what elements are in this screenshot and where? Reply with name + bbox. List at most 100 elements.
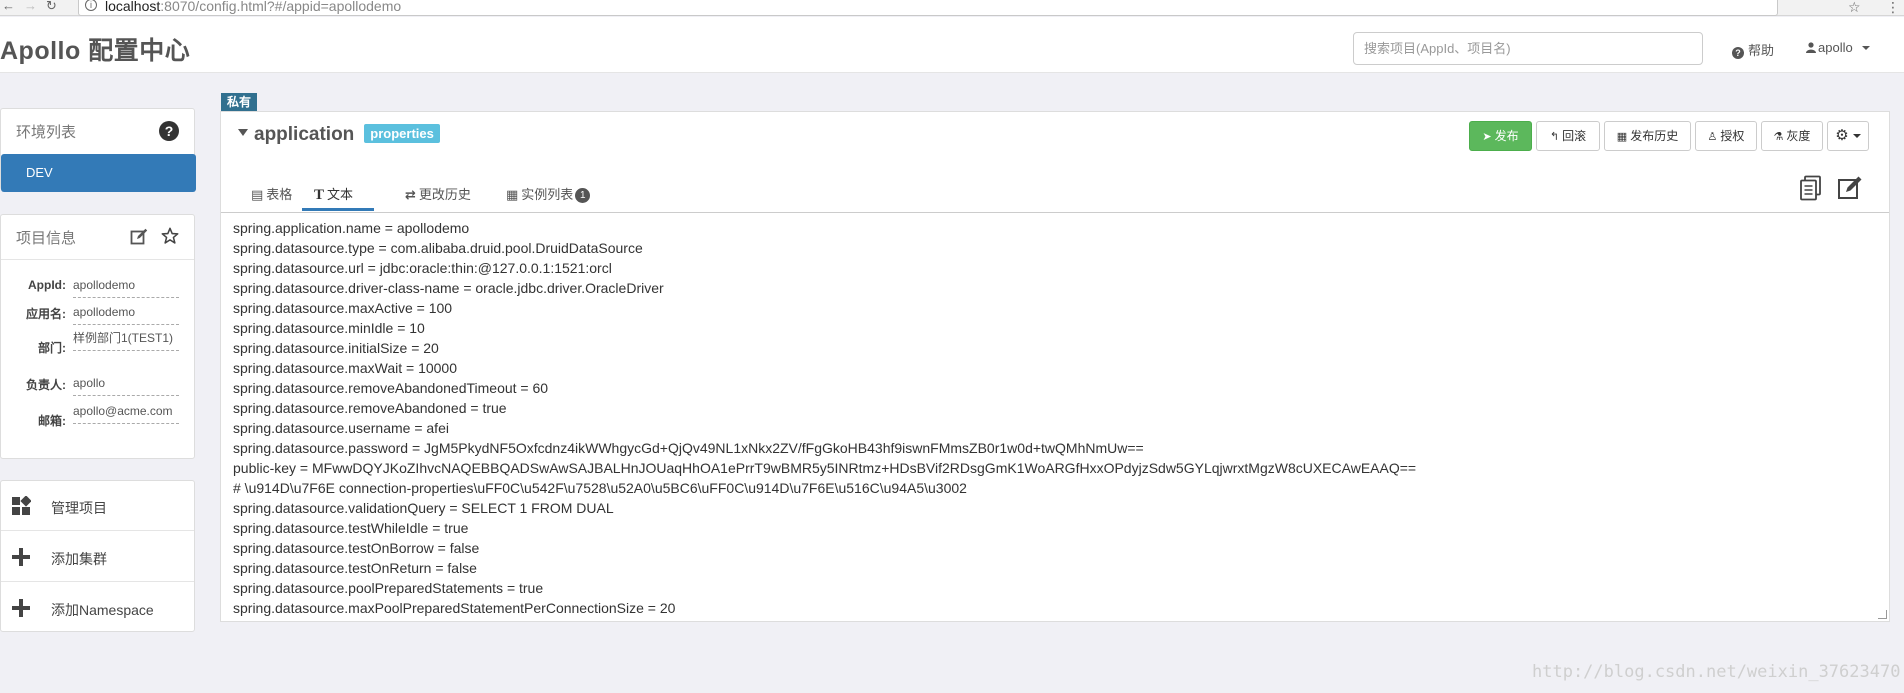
config-line: spring.datasource.password = JgM5PkydNF5…: [233, 440, 1144, 456]
star-icon[interactable]: [161, 227, 179, 245]
settings-dropdown-button[interactable]: ⚙: [1827, 121, 1869, 151]
edit-icon[interactable]: [130, 228, 148, 246]
config-text[interactable]: spring.application.name = apollodemo spri…: [233, 218, 1416, 621]
manage-project-label: 管理项目: [51, 500, 107, 516]
caret-down-icon: [1862, 46, 1871, 50]
help-link[interactable]: ? 帮助: [1732, 40, 1774, 59]
config-line: spring.datasource.url = jdbc:oracle:thin…: [233, 260, 612, 276]
info-icon[interactable]: i: [85, 0, 97, 11]
rollback-label: 回滚: [1562, 129, 1587, 143]
release-history-button[interactable]: ▦ 发布历史: [1604, 121, 1691, 151]
project-actions-panel: 管理项目 添加集群 添加Namespace: [0, 480, 195, 632]
back-icon[interactable]: ←: [2, 0, 15, 12]
user-menu[interactable]: apollo: [1806, 40, 1871, 55]
namespace-header[interactable]: application properties: [238, 124, 440, 146]
add-namespace-label: 添加Namespace: [51, 602, 154, 618]
forward-icon[interactable]: →: [24, 0, 37, 12]
exchange-icon: ⇄: [405, 187, 416, 202]
env-list-panel: 环境列表 ? DEV: [0, 108, 196, 192]
info-value: apollodemo: [73, 277, 179, 298]
config-line: spring.datasource.testOnReturn = false: [233, 560, 477, 576]
private-badge: 私有: [221, 93, 258, 111]
tab-label: 实例列表: [521, 187, 574, 202]
project-info-title: 项目信息: [16, 230, 77, 247]
info-value: apollo@acme.com: [73, 403, 179, 424]
config-line: spring.datasource.testWhileIdle = true: [233, 520, 469, 536]
reload-icon[interactable]: ↻: [46, 0, 57, 12]
edit-icon[interactable]: [1837, 175, 1863, 201]
search-input[interactable]: [1353, 32, 1703, 65]
env-item-dev[interactable]: DEV: [1, 154, 196, 192]
tab-instance-list[interactable]: ▦ 实例列表 1: [506, 185, 591, 211]
config-line: spring.datasource.maxPoolPreparedStateme…: [233, 600, 676, 616]
add-cluster-button[interactable]: 添加集群: [1, 532, 194, 582]
publish-button[interactable]: ➤ 发布: [1469, 121, 1532, 151]
namespace-format-badge: properties: [364, 124, 440, 143]
brand-title[interactable]: Apollo 配置中心: [0, 31, 190, 67]
url-host: localhost: [105, 0, 161, 14]
resize-handle[interactable]: [1878, 610, 1887, 619]
tab-change-history[interactable]: ⇄ 更改历史: [405, 185, 471, 211]
tab-label: 表格: [266, 187, 293, 202]
text-icon: T: [314, 187, 325, 203]
grant-button[interactable]: ♙ 授权: [1695, 121, 1757, 151]
info-value: apollodemo: [73, 304, 179, 325]
app-header: Apollo 配置中心 ? 帮助 apollo: [0, 17, 1904, 73]
info-key: AppId:: [28, 278, 66, 292]
send-icon: ➤: [1482, 131, 1492, 143]
caret-down-icon[interactable]: [238, 129, 248, 136]
question-circle-icon: ?: [1732, 47, 1744, 59]
watermark: http://blog.csdn.net/weixin_37623470: [1532, 662, 1901, 682]
env-list-title: 环境列表: [16, 124, 77, 141]
config-line: spring.datasource.type = com.alibaba.dru…: [233, 240, 643, 256]
config-line: spring.datasource.validationQuery = SELE…: [233, 500, 614, 516]
bookmark-star-icon[interactable]: ☆: [1848, 0, 1861, 16]
tab-table[interactable]: ▤ 表格: [251, 185, 292, 211]
add-cluster-label: 添加集群: [51, 551, 107, 567]
gray-release-label: 灰度: [1786, 129, 1811, 143]
tab-text[interactable]: T 文本: [302, 185, 374, 211]
address-bar[interactable]: i localhost:8070/config.html?#/appid=apo…: [78, 0, 1778, 16]
config-line: spring.datasource.removeAbandonedTimeout…: [233, 380, 549, 396]
url-path: :8070/config.html?#/appid=apollodemo: [160, 0, 402, 14]
namespace-name: application: [254, 124, 355, 145]
question-circle-icon[interactable]: ?: [159, 121, 179, 141]
config-line: spring.datasource.maxWait = 10000: [233, 360, 457, 376]
plus-icon: [12, 548, 30, 566]
rollback-button[interactable]: ↰ 回滚: [1536, 121, 1600, 151]
text-editor[interactable]: spring.application.name = apollodemo spri…: [221, 212, 1889, 621]
grant-label: 授权: [1720, 129, 1745, 143]
config-line: spring.datasource.username = afei: [233, 420, 449, 436]
gray-release-button[interactable]: ⚗ 灰度: [1761, 121, 1823, 151]
copy-icon[interactable]: [1798, 175, 1824, 201]
config-line: spring.datasource.removeAbandoned = true: [233, 400, 507, 416]
namespace-panel: application properties ➤ 发布 ↰ 回滚 ▦ 发布历史 ♙ 授权 …: [220, 111, 1890, 622]
flask-icon: ⚗: [1773, 131, 1784, 143]
plus-icon: [12, 599, 30, 617]
browser-toolbar: ← → ↻ i localhost:8070/config.html?#/app…: [0, 0, 1904, 16]
add-namespace-button[interactable]: 添加Namespace: [1, 583, 194, 633]
help-label: 帮助: [1748, 43, 1775, 58]
rollback-icon: ↰: [1549, 131, 1560, 143]
release-history-label: 发布历史: [1630, 129, 1679, 143]
manage-project-button[interactable]: 管理项目: [1, 481, 194, 531]
user-name: apollo: [1818, 40, 1853, 55]
config-line: spring.datasource.druid.connection-prope…: [233, 618, 1416, 621]
config-line: spring.datasource.driver-class-name = or…: [233, 280, 664, 296]
table-icon: ▤: [251, 187, 264, 202]
config-line: spring.datasource.initialSize = 20: [233, 340, 439, 356]
config-line: spring.datasource.maxActive = 100: [233, 300, 453, 316]
browser-menu-icon[interactable]: ⋮: [1886, 0, 1900, 16]
config-line: spring.datasource.poolPreparedStatements…: [233, 580, 544, 596]
instance-count-badge: 1: [575, 188, 591, 203]
info-value: 样例部门1(TEST1): [73, 330, 179, 351]
tab-label: 文本: [327, 187, 354, 202]
namespace-toolbar: ➤ 发布 ↰ 回滚 ▦ 发布历史 ♙ 授权 ⚗ 灰度 ⚙: [1469, 121, 1869, 151]
tab-label: 更改历史: [418, 187, 471, 202]
config-line: public-key = MFwwDQYJKoZIhvcNAQEBBQADSwA…: [233, 460, 1417, 476]
grid-icon: ▦: [506, 187, 519, 202]
info-key: 负责人:: [26, 378, 66, 392]
info-key: 部门:: [38, 341, 66, 355]
divider: [1, 259, 194, 260]
info-value: apollo: [73, 375, 179, 396]
